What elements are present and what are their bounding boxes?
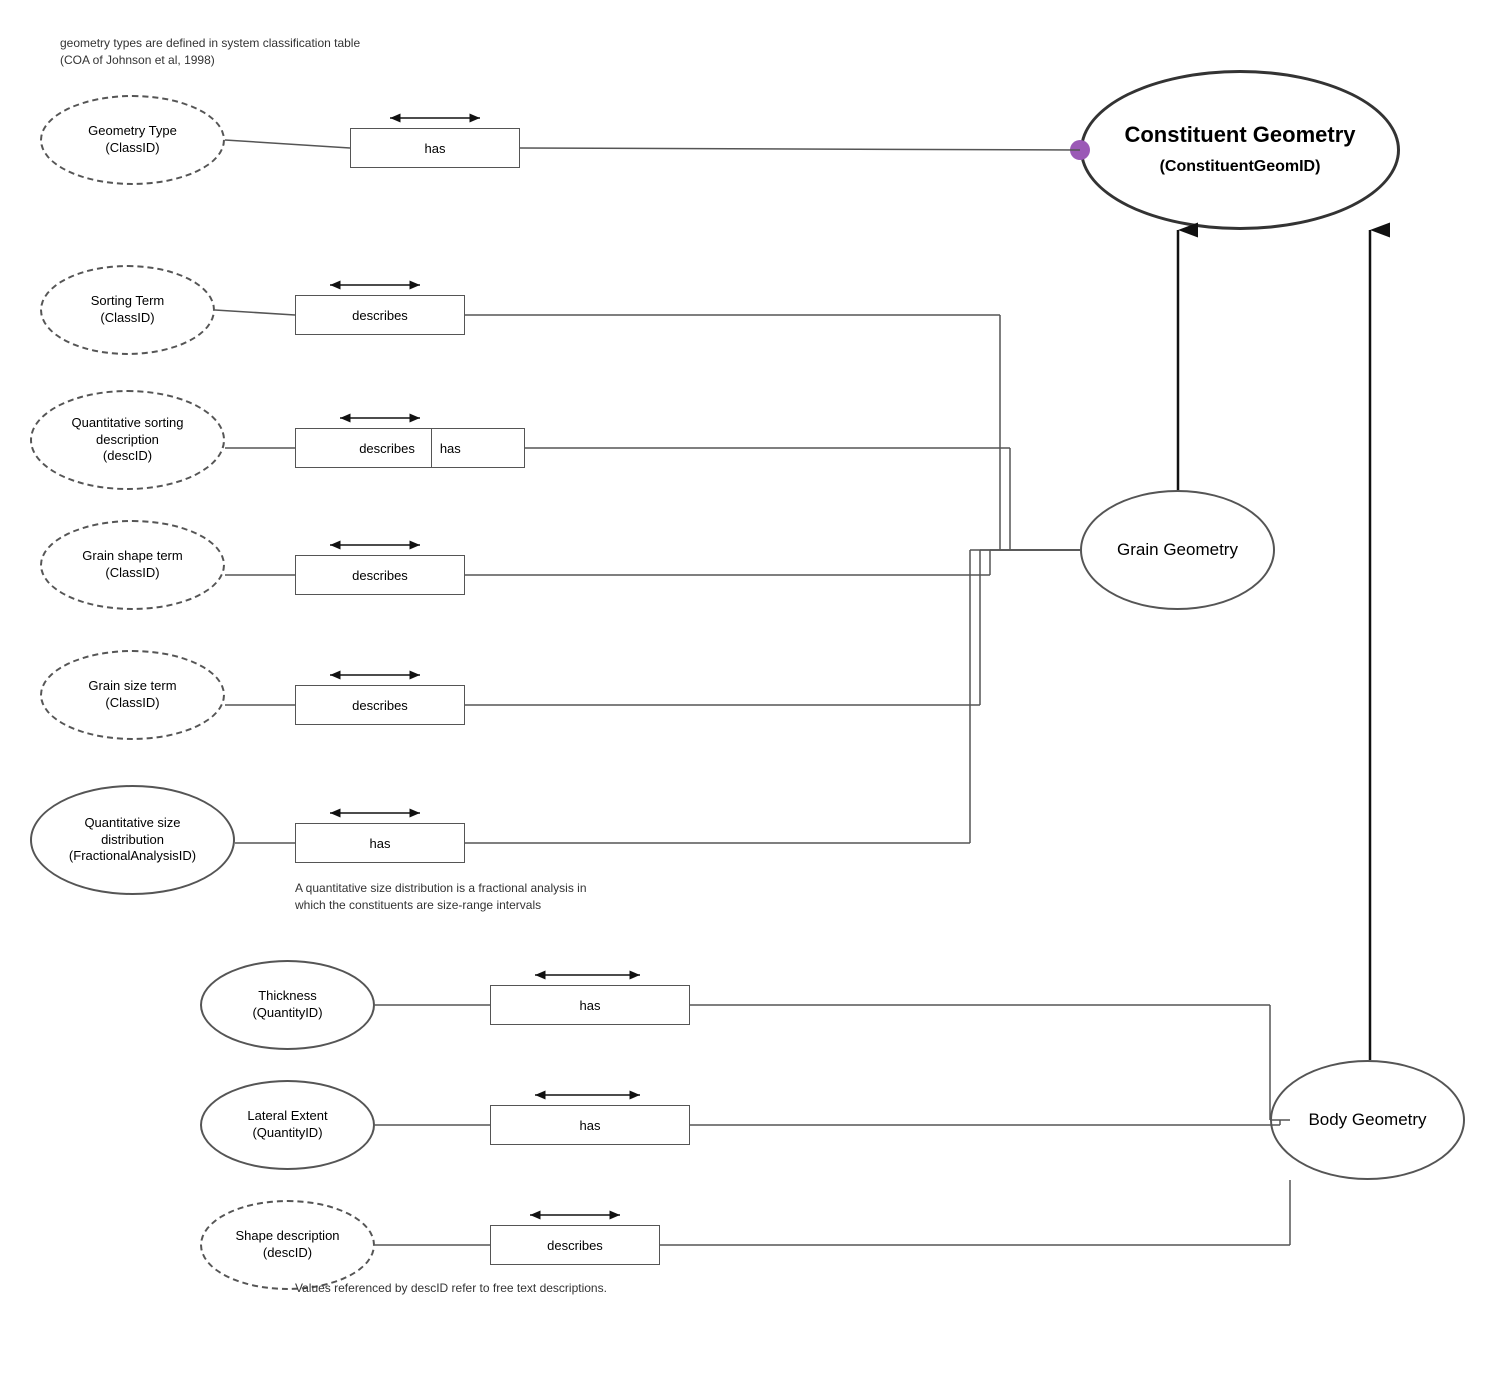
constituent-geometry-node: Constituent Geometry(ConstituentGeomID) [1080,70,1400,230]
quant-size-annotation: A quantitative size distribution is a fr… [295,880,587,914]
has-box-1: has [350,128,520,168]
grain-size-node: Grain size term(ClassID) [40,650,225,740]
quant-sorting-node: Quantitative sortingdescription(descID) [30,390,225,490]
describes-has-box: describes has [295,428,525,468]
has-box-2: has [295,823,465,863]
quant-size-node: Quantitative sizedistribution(Fractional… [30,785,235,895]
describes-box-1: describes [295,295,465,335]
describes-box-4: describes [490,1225,660,1265]
diagram-container: geometry types are defined in system cla… [0,0,1500,1380]
grain-shape-node: Grain shape term(ClassID) [40,520,225,610]
shape-desc-annotation: Values referenced by descID refer to fre… [295,1280,607,1297]
header-annotation: geometry types are defined in system cla… [60,35,360,69]
describes-box-3: describes [295,685,465,725]
describes-box-2: describes [295,555,465,595]
has-box-3: has [490,985,690,1025]
body-geometry-node: Body Geometry [1270,1060,1465,1180]
sorting-term-node: Sorting Term(ClassID) [40,265,215,355]
geometry-type-node: Geometry Type(ClassID) [40,95,225,185]
shape-desc-node: Shape description(descID) [200,1200,375,1290]
grain-geometry-node: Grain Geometry [1080,490,1275,610]
thickness-node: Thickness(QuantityID) [200,960,375,1050]
has-box-4: has [490,1105,690,1145]
lateral-extent-node: Lateral Extent(QuantityID) [200,1080,375,1170]
